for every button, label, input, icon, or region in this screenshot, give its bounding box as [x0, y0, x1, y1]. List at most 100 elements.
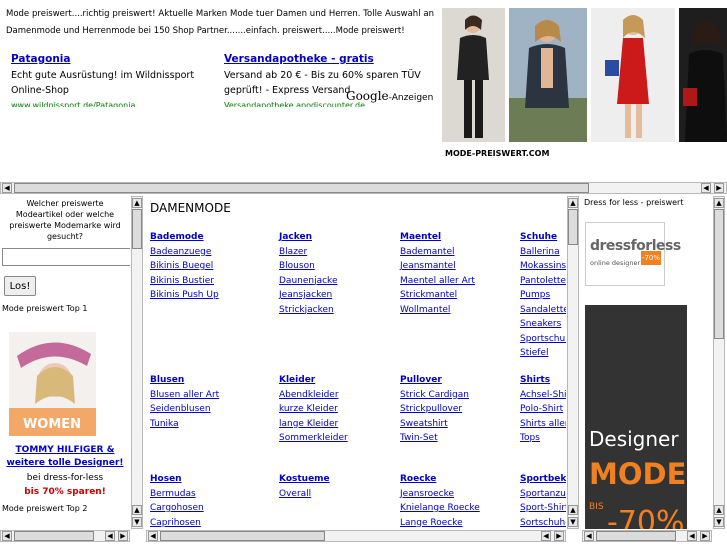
scroll-thumb[interactable]	[596, 531, 676, 541]
category-item-link[interactable]: Strick Cardigan	[400, 388, 469, 403]
category-item-link[interactable]: Polo-Shirt	[520, 402, 566, 417]
category-item-link[interactable]: Lange Roecke	[400, 516, 480, 530]
scroll-thumb[interactable]	[14, 531, 94, 541]
category-item-link[interactable]: Sneakers	[520, 317, 566, 332]
right-horizontal-scrollbar[interactable]: ◀ ◀ ▶	[582, 530, 712, 542]
category-item-link[interactable]: Blazer	[279, 245, 338, 260]
scroll-right-icon[interactable]: ▶	[554, 531, 564, 541]
category-item-link[interactable]: Maentel aller Art	[400, 274, 475, 289]
scroll-thumb[interactable]	[568, 209, 578, 245]
category-item-link[interactable]: Sweatshirt	[400, 417, 469, 432]
scroll-left-icon[interactable]: ◀	[541, 531, 551, 541]
scroll-left-icon[interactable]: ◀	[701, 183, 711, 193]
category-item-link[interactable]: Mokassins	[520, 259, 566, 274]
category-item-link[interactable]: Bikinis Bustier	[150, 274, 219, 289]
category-item-link[interactable]: Cargohosen	[150, 501, 204, 516]
category-heading-link[interactable]: Schuhe	[520, 230, 566, 245]
category-heading-link[interactable]: Kleider	[279, 373, 348, 388]
category-item-link[interactable]: Blouson	[279, 259, 338, 274]
search-input[interactable]	[2, 248, 130, 266]
fashion-photo-2[interactable]	[509, 8, 587, 142]
scroll-thumb[interactable]	[160, 531, 325, 541]
category-heading-link[interactable]: Shirts	[520, 373, 566, 388]
top-horizontal-scrollbar[interactable]: ◀ ◀ ▶	[0, 182, 727, 194]
right-vertical-scrollbar[interactable]: ▲ ▲ ▼	[713, 196, 725, 529]
center-vertical-scrollbar[interactable]: ▲ ▲ ▼	[567, 196, 579, 529]
category-item-link[interactable]: Strickpullover	[400, 402, 469, 417]
category-heading-link[interactable]: Bademode	[150, 230, 219, 245]
category-item-link[interactable]: Caprihosen	[150, 516, 204, 530]
category-item-link[interactable]: Bademantel	[400, 245, 475, 260]
category-item-link[interactable]: Jeansjacken	[279, 288, 338, 303]
search-button[interactable]: Los!	[4, 276, 36, 296]
center-horizontal-scrollbar[interactable]: ◀ ◀ ▶	[146, 530, 566, 542]
scroll-up-icon[interactable]: ▲	[568, 198, 578, 208]
category-heading-link[interactable]: Maentel	[400, 230, 475, 245]
category-item-link[interactable]: Knielange Roecke	[400, 501, 480, 516]
scroll-up-icon[interactable]: ▲	[714, 198, 724, 208]
google-ads-label[interactable]: Google-Anzeigen	[346, 89, 433, 103]
category-item-link[interactable]: Jeansmantel	[400, 259, 475, 274]
scroll-right-icon[interactable]: ▶	[118, 531, 128, 541]
dressforless-logo-banner[interactable]: dressforless online designer outlet -70%	[585, 222, 681, 286]
category-item-link[interactable]: Achsel-Shirts	[520, 388, 566, 403]
fashion-photo-1[interactable]	[442, 8, 505, 142]
scroll-down-icon[interactable]: ▼	[132, 517, 142, 527]
category-item-link[interactable]: Twin-Set	[400, 431, 469, 446]
ad-title[interactable]: Patagonia	[11, 52, 216, 67]
category-item-link[interactable]: Wollmantel	[400, 303, 475, 318]
category-heading-link[interactable]: Roecke	[400, 472, 480, 487]
tommy-hilfiger-link[interactable]: TOMMY HILFIGER & weitere tolle Designer!	[2, 444, 128, 470]
ad-url[interactable]: www.wildnissport.de/Patagonia	[11, 98, 216, 107]
fashion-photo-4[interactable]	[679, 8, 727, 142]
scroll-down-icon[interactable]: ▼	[714, 517, 724, 527]
scroll-thumb[interactable]	[132, 209, 142, 249]
category-item-link[interactable]: lange Kleider	[279, 417, 348, 432]
category-item-link[interactable]: Tunika	[150, 417, 219, 432]
category-item-link[interactable]: Badeanzuege	[150, 245, 219, 260]
category-item-link[interactable]: Sportanzuege	[520, 487, 566, 502]
category-item-link[interactable]: Pumps	[520, 288, 566, 303]
category-item-link[interactable]: Strickmantel	[400, 288, 475, 303]
left-vertical-scrollbar[interactable]: ▲ ▲ ▼	[131, 196, 143, 529]
category-item-link[interactable]: Pantoletten	[520, 274, 566, 289]
category-heading-link[interactable]: Sportbekleidung	[520, 472, 566, 487]
category-item-link[interactable]: Daunenjacke	[279, 274, 338, 289]
scroll-left-icon[interactable]: ◀	[148, 531, 158, 541]
category-item-link[interactable]: Strickjacken	[279, 303, 338, 318]
category-item-link[interactable]: Jeansroecke	[400, 487, 480, 502]
scroll-down-icon[interactable]: ▼	[568, 517, 578, 527]
fashion-photo-3[interactable]	[591, 8, 675, 142]
category-heading-link[interactable]: Kostueme	[279, 472, 330, 487]
text-ad-patagonia[interactable]: Patagonia Echt gute Ausrüstung! im Wildn…	[11, 52, 216, 107]
category-heading-link[interactable]: Blusen	[150, 373, 219, 388]
left-horizontal-scrollbar[interactable]: ◀ ◀ ▶	[0, 530, 130, 542]
scroll-up-icon[interactable]: ▲	[132, 505, 142, 515]
designer-mode-banner[interactable]: Designer MODE BIS -70%	[585, 305, 687, 529]
scroll-up-icon[interactable]: ▲	[714, 505, 724, 515]
category-item-link[interactable]: Sandalette	[520, 303, 566, 318]
scroll-left-icon[interactable]: ◀	[105, 531, 115, 541]
scroll-thumb[interactable]	[14, 183, 589, 193]
tommy-hilfiger-promo-image[interactable]: WOMEN	[9, 332, 96, 436]
scroll-left-icon[interactable]: ◀	[687, 531, 697, 541]
category-item-link[interactable]: Sortschuhe	[520, 516, 566, 530]
category-item-link[interactable]: Overall	[279, 487, 330, 502]
category-item-link[interactable]: Blusen aller Art	[150, 388, 219, 403]
scroll-up-icon[interactable]: ▲	[568, 505, 578, 515]
category-item-link[interactable]: kurze Kleider	[279, 402, 348, 417]
scroll-right-icon[interactable]: ▶	[700, 531, 710, 541]
category-heading-link[interactable]: Jacken	[279, 230, 338, 245]
category-heading-link[interactable]: Pullover	[400, 373, 469, 388]
category-item-link[interactable]: Sommerkleider	[279, 431, 348, 446]
category-item-link[interactable]: Seidenblusen	[150, 402, 219, 417]
category-heading-link[interactable]: Hosen	[150, 472, 204, 487]
category-item-link[interactable]: Ballerina	[520, 245, 566, 260]
scroll-left-icon[interactable]: ◀	[2, 531, 12, 541]
scroll-thumb[interactable]	[714, 209, 724, 339]
ad-title[interactable]: Versandapotheke - gratis	[224, 52, 429, 67]
category-item-link[interactable]: Bikinis Push Up	[150, 288, 219, 303]
scroll-left-icon[interactable]: ◀	[584, 531, 594, 541]
category-item-link[interactable]: Bermudas	[150, 487, 204, 502]
scroll-up-icon[interactable]: ▲	[132, 198, 142, 208]
